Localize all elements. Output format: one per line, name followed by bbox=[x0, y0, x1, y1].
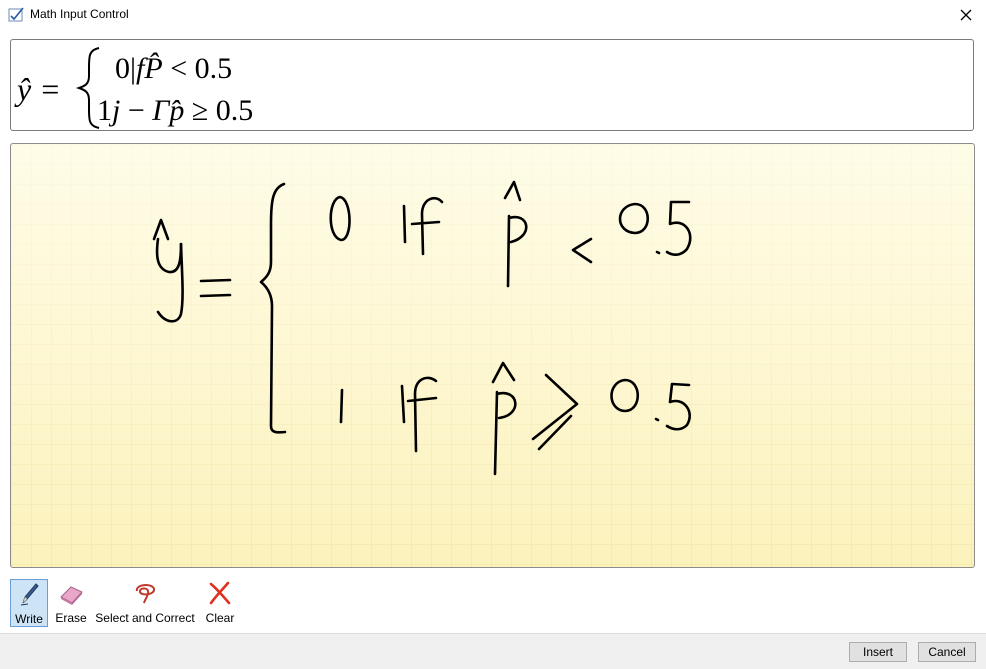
stroke-row1-hat bbox=[503, 180, 522, 202]
stroke-equals-top bbox=[199, 278, 232, 283]
ink-canvas[interactable] bbox=[10, 143, 975, 568]
stroke-row1-zero bbox=[329, 195, 351, 242]
write-tool-button[interactable]: Write bbox=[10, 579, 48, 627]
math-preview: ŷ = 0|fP̂ < 0.5 1j − Γp̂ ≥ 0.5 bbox=[10, 39, 974, 131]
stroke-row2-p bbox=[493, 390, 517, 476]
eraser-icon bbox=[60, 586, 83, 605]
stroke-row2-greater bbox=[531, 373, 579, 451]
preview-row2-d: Γ bbox=[151, 94, 171, 127]
svg-text:1j − Γp̂ ≥ 0.5: 1j − Γp̂ ≥ 0.5 bbox=[97, 94, 253, 127]
preview-row2-f: ≥ 0.5 bbox=[184, 94, 253, 127]
clear-tool-label: Clear bbox=[205, 611, 235, 625]
title-bar: Math Input Control bbox=[0, 0, 986, 30]
stroke-row2-dot bbox=[654, 417, 660, 422]
stroke-row1-less bbox=[571, 237, 593, 264]
stroke-row2-five bbox=[665, 382, 691, 431]
stroke-y-tail bbox=[156, 242, 184, 323]
preview-row1-a: 0| bbox=[115, 52, 136, 85]
stroke-equals-bottom bbox=[199, 293, 232, 298]
preview-brace bbox=[75, 47, 100, 129]
preview-row1-d: < 0.5 bbox=[163, 52, 232, 85]
stroke-row2-one bbox=[339, 388, 344, 424]
preview-row1-c: P̂ bbox=[143, 52, 162, 85]
clear-tool-button[interactable]: Clear bbox=[202, 579, 238, 627]
handwriting-strokes bbox=[152, 180, 692, 476]
bottom-bar: Insert Cancel bbox=[0, 633, 986, 669]
lasso-icon bbox=[135, 584, 155, 604]
svg-text:0|fP̂ < 0.5: 0|fP̂ < 0.5 bbox=[115, 52, 232, 85]
preview-row2-c: − bbox=[120, 94, 152, 127]
select-and-correct-tool-button[interactable]: Select and Correct bbox=[94, 579, 196, 627]
close-button[interactable] bbox=[946, 0, 986, 30]
write-tool-label: Write bbox=[15, 612, 43, 626]
pen-icon bbox=[20, 583, 39, 606]
stroke-row2-zero bbox=[610, 378, 639, 413]
stroke-row1-i bbox=[402, 204, 407, 244]
math-preview-render: ŷ = 0|fP̂ < 0.5 1j − Γp̂ ≥ 0.5 bbox=[14, 47, 253, 129]
cancel-button[interactable]: Cancel bbox=[918, 642, 976, 662]
stroke-row1-p bbox=[506, 214, 528, 288]
window-title: Math Input Control bbox=[30, 7, 129, 21]
stroke-y-hat bbox=[152, 218, 170, 241]
stroke-brace bbox=[259, 182, 287, 434]
stroke-row1-five bbox=[665, 200, 692, 256]
stroke-row1-zero2 bbox=[618, 202, 650, 235]
insert-button[interactable]: Insert bbox=[849, 642, 907, 662]
math-input-app-icon bbox=[8, 7, 24, 22]
stroke-y-left bbox=[155, 237, 183, 274]
stroke-row2-f bbox=[406, 376, 438, 453]
erase-tool-label: Erase bbox=[55, 611, 87, 625]
preview-row2-e: p̂ bbox=[167, 94, 184, 127]
tool-strip: Write Erase Select and Correct Clear bbox=[0, 575, 986, 630]
stroke-row1-dot bbox=[655, 250, 661, 255]
erase-tool-button[interactable]: Erase bbox=[53, 579, 89, 627]
close-icon bbox=[960, 9, 972, 21]
stroke-row2-hat bbox=[491, 361, 516, 384]
select-and-correct-tool-label: Select and Correct bbox=[95, 611, 195, 625]
preview-lhs: ŷ = bbox=[14, 71, 61, 107]
preview-row2-a: 1 bbox=[97, 94, 112, 127]
stroke-row1-f bbox=[410, 197, 444, 256]
stroke-row2-i bbox=[400, 384, 406, 424]
clear-x-icon bbox=[209, 581, 231, 605]
